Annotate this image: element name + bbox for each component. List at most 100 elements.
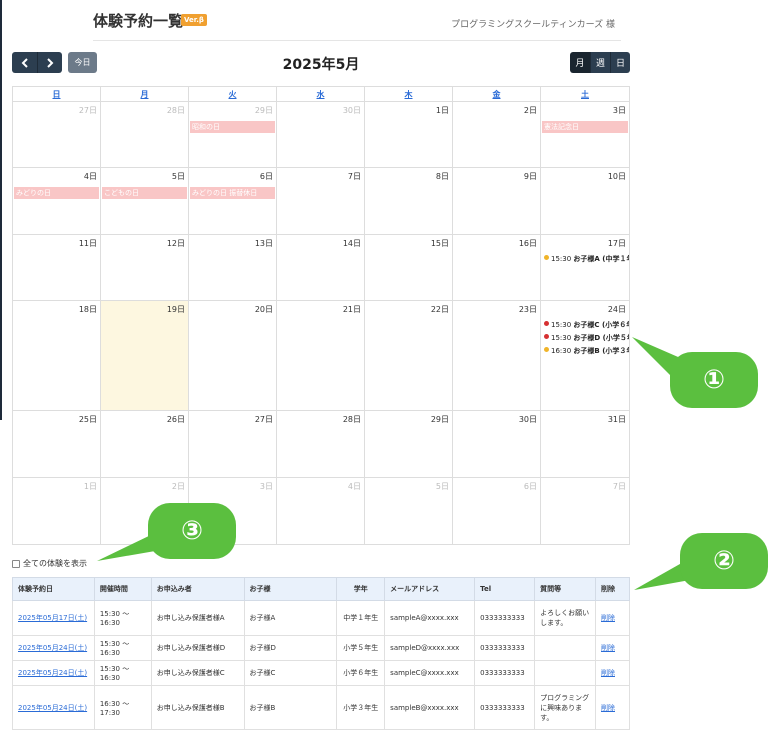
weekday-wed[interactable]: 水 — [277, 87, 365, 102]
weekday-tue[interactable]: 火 — [189, 87, 277, 102]
day-cell[interactable]: 30日 — [453, 411, 541, 477]
day-cell[interactable]: 4日 — [277, 478, 365, 544]
cell-child: お子様A — [243, 600, 338, 636]
day-cell[interactable]: 23日 — [453, 301, 541, 410]
day-cell[interactable]: 26日 — [101, 411, 189, 477]
day-cell[interactable]: 13日 — [189, 235, 277, 300]
delete-link[interactable]: 削除 — [601, 704, 615, 712]
day-cell[interactable]: 1日 — [13, 478, 101, 544]
day-number: 7日 — [612, 482, 626, 491]
day-number: 1日 — [83, 482, 97, 491]
day-cell[interactable]: 6日 — [453, 478, 541, 544]
day-cell[interactable]: 29日 — [365, 411, 453, 477]
view-week-button[interactable]: 週 — [590, 52, 610, 73]
day-cell[interactable]: 2日 — [453, 102, 541, 167]
calendar-event[interactable]: 15:30 お子様D (小学５年 — [544, 333, 629, 344]
day-cell-today[interactable]: 19日 — [101, 301, 189, 410]
day-cell[interactable]: 7日 — [541, 478, 629, 544]
day-cell[interactable]: 28日 — [101, 102, 189, 167]
day-cell[interactable]: 27日 — [189, 411, 277, 477]
day-cell[interactable]: 12日 — [101, 235, 189, 300]
day-cell[interactable]: 27日 — [13, 102, 101, 167]
holiday-event[interactable]: 昭和の日 — [190, 121, 275, 133]
day-number: 8日 — [435, 172, 449, 181]
cell-grade: 小学５年生 — [336, 635, 386, 661]
cell-email: sampleB@xxxx.xxx — [384, 685, 476, 730]
show-all-toggle[interactable]: 全ての体験を表示 — [12, 558, 87, 569]
weekday-sun[interactable]: 日 — [13, 87, 101, 102]
cell-questions: プログラミングに興味あります。 — [534, 685, 596, 730]
event-time: 15:30 — [551, 334, 572, 342]
weekday-thu[interactable]: 木 — [365, 87, 453, 102]
holiday-event[interactable]: 憲法記念日 — [542, 121, 628, 133]
day-cell[interactable]: 10日 — [541, 168, 629, 234]
weekday-sat[interactable]: 土 — [541, 87, 629, 102]
calendar-week: 11日 12日 13日 14日 15日 16日 17日 15:30 お子様A (… — [13, 235, 629, 301]
day-cell[interactable]: 22日 — [365, 301, 453, 410]
col-grade: 学年 — [336, 577, 386, 601]
nav-group — [12, 52, 62, 73]
day-cell[interactable]: 11日 — [13, 235, 101, 300]
calendar-event[interactable]: 15:30 お子様A (中学１年 — [544, 254, 629, 265]
day-number: 29日 — [254, 106, 273, 115]
day-cell[interactable]: 4日 みどりの日 — [13, 168, 101, 234]
next-month-button[interactable] — [37, 52, 62, 73]
day-cell[interactable]: 20日 — [189, 301, 277, 410]
day-cell[interactable]: 28日 — [277, 411, 365, 477]
view-day-button[interactable]: 日 — [610, 52, 630, 73]
table-row: 2025年05月24日(土) 15:30 〜 16:30 お申し込み保護者様C … — [12, 660, 630, 686]
day-cell[interactable]: 5日 こどもの日 — [101, 168, 189, 234]
reservation-date-link[interactable]: 2025年05月17日(土) — [18, 614, 87, 622]
day-cell[interactable]: 25日 — [13, 411, 101, 477]
cell-applicant: お申し込み保護者様C — [150, 660, 245, 686]
delete-link[interactable]: 削除 — [601, 644, 615, 652]
day-cell[interactable]: 7日 — [277, 168, 365, 234]
day-cell[interactable]: 1日 — [365, 102, 453, 167]
day-cell[interactable]: 9日 — [453, 168, 541, 234]
day-cell[interactable]: 6日 みどりの日 振替休日 — [189, 168, 277, 234]
delete-link[interactable]: 削除 — [601, 614, 615, 622]
calendar-week: 18日 19日 20日 21日 22日 23日 24日 15:30 お子様C (… — [13, 301, 629, 411]
cell-applicant: お申し込み保護者様D — [150, 635, 245, 661]
holiday-event[interactable]: みどりの日 振替休日 — [190, 187, 275, 199]
view-month-button[interactable]: 月 — [570, 52, 590, 73]
cell-child: お子様D — [243, 635, 338, 661]
day-cell[interactable]: 5日 — [365, 478, 453, 544]
day-cell[interactable]: 3日 憲法記念日 — [541, 102, 629, 167]
reservation-date-link[interactable]: 2025年05月24日(土) — [18, 704, 87, 712]
day-cell[interactable]: 8日 — [365, 168, 453, 234]
page-header: 体験予約一覧 Ver.β プログラミングスクールティンカーズ 様 — [93, 8, 621, 41]
day-number: 14日 — [342, 239, 361, 248]
calendar-event[interactable]: 16:30 お子様B (小学３年 — [544, 346, 629, 357]
holiday-event[interactable]: こどもの日 — [102, 187, 187, 199]
day-cell[interactable]: 21日 — [277, 301, 365, 410]
day-cell[interactable]: 24日 15:30 お子様C (小学６年 15:30 お子様D (小学５年 16… — [541, 301, 629, 410]
cell-questions — [534, 635, 596, 661]
reservation-date-link[interactable]: 2025年05月24日(土) — [18, 669, 87, 677]
day-cell[interactable]: 30日 — [277, 102, 365, 167]
day-cell[interactable]: 29日 昭和の日 — [189, 102, 277, 167]
weekday-fri[interactable]: 金 — [453, 87, 541, 102]
prev-month-button[interactable] — [12, 52, 37, 73]
day-cell[interactable]: 15日 — [365, 235, 453, 300]
day-number: 28日 — [166, 106, 185, 115]
today-button[interactable]: 今日 — [68, 52, 97, 73]
day-cell[interactable]: 18日 — [13, 301, 101, 410]
event-title: お子様B (小学３年 — [573, 347, 629, 355]
day-number: 12日 — [166, 239, 185, 248]
holiday-event[interactable]: みどりの日 — [14, 187, 99, 199]
calendar-event[interactable]: 15:30 お子様C (小学６年 — [544, 320, 629, 331]
reservation-date-link[interactable]: 2025年05月24日(土) — [18, 644, 87, 652]
cell-applicant: お申し込み保護者様B — [150, 685, 245, 730]
day-cell[interactable]: 14日 — [277, 235, 365, 300]
day-cell[interactable]: 16日 — [453, 235, 541, 300]
day-cell[interactable]: 31日 — [541, 411, 629, 477]
day-cell[interactable]: 17日 15:30 お子様A (中学１年 — [541, 235, 629, 300]
day-number: 6日 — [259, 172, 273, 181]
cell-questions: よろしくお願いします。 — [534, 600, 596, 636]
day-number: 17日 — [607, 239, 626, 248]
cell-child: お子様C — [243, 660, 338, 686]
delete-link[interactable]: 削除 — [601, 669, 615, 677]
weekday-mon[interactable]: 月 — [101, 87, 189, 102]
show-all-checkbox[interactable] — [12, 559, 20, 568]
